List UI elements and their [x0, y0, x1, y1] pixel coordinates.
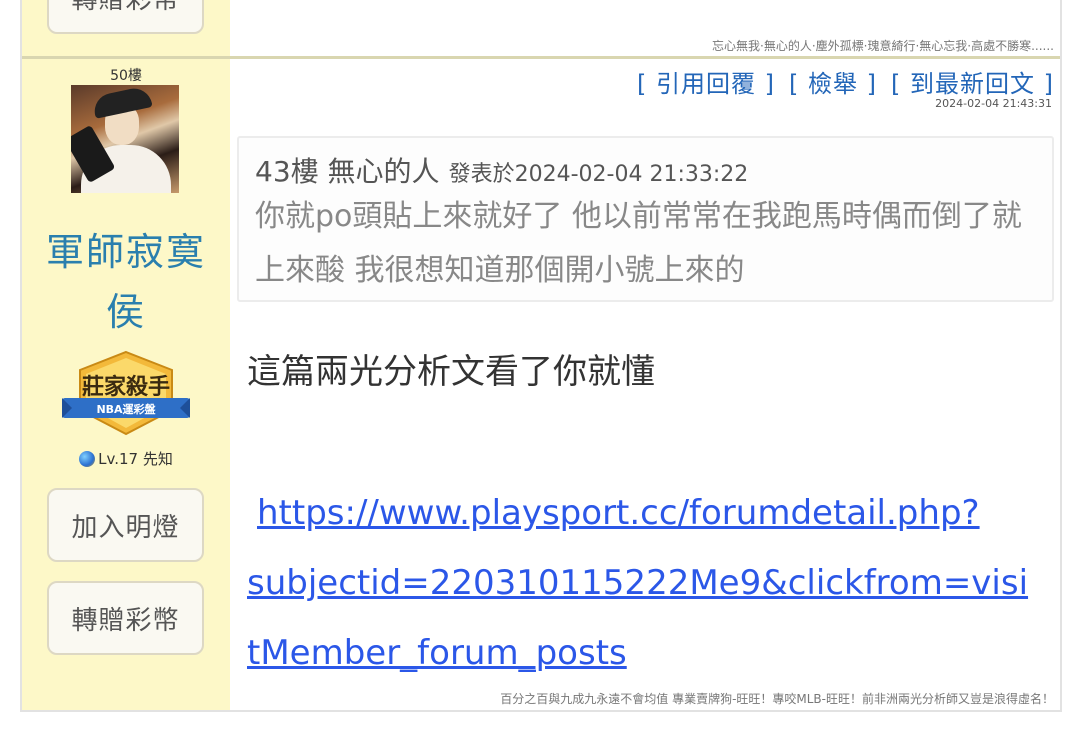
- post-frame: [20, 0, 1062, 712]
